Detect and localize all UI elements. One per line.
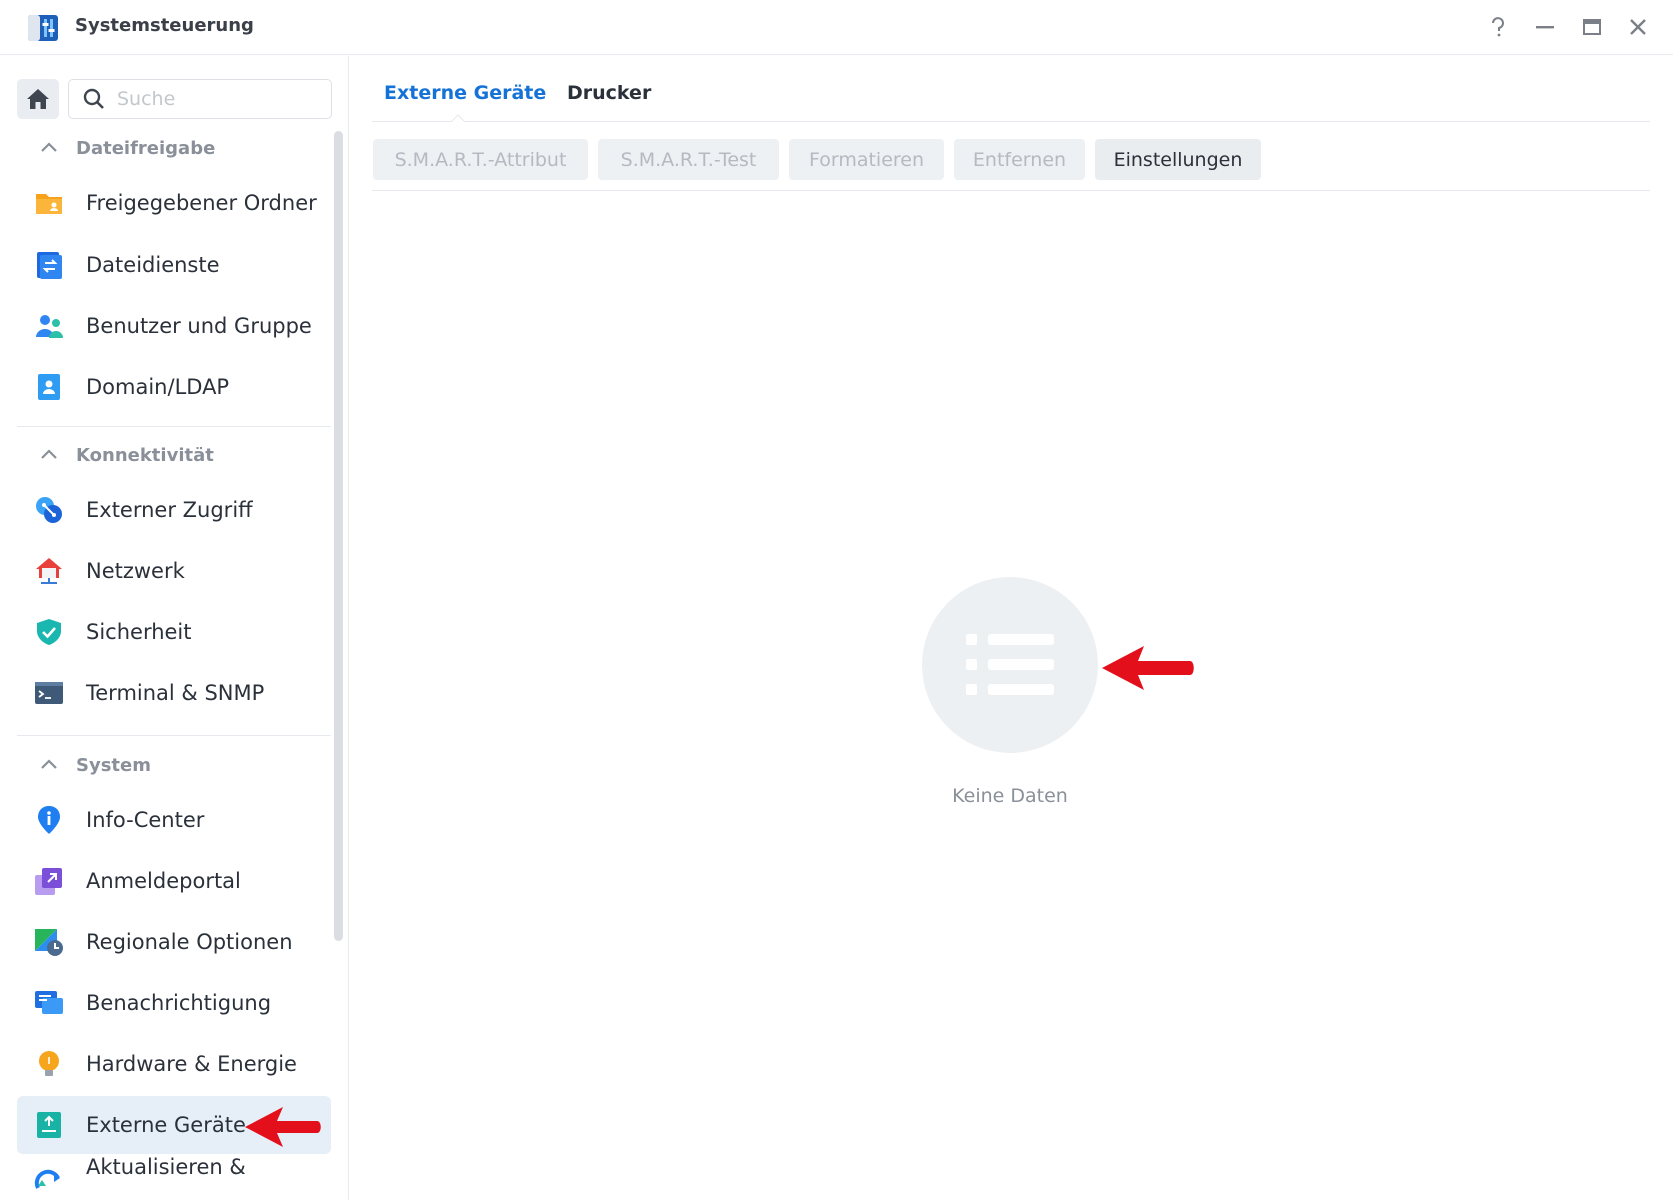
sidebar-item-label: Terminal & SNMP — [86, 681, 265, 705]
sidebar-item-domain-ldap[interactable]: Domain/LDAP — [17, 358, 331, 416]
tab-printer[interactable]: Drucker — [567, 82, 651, 104]
minimize-icon[interactable] — [1530, 12, 1560, 42]
search-icon — [83, 88, 104, 109]
hardware-power-icon — [39, 1051, 59, 1076]
title-bar: Systemsteuerung — [0, 0, 1673, 55]
home-icon — [27, 89, 49, 109]
sidebar-item-users[interactable]: Benutzer und Gruppe — [17, 297, 331, 355]
section-header-konnektivitaet[interactable]: Konnektivität — [38, 440, 214, 470]
close-icon[interactable] — [1623, 12, 1653, 42]
sidebar-item-update[interactable]: Aktualisieren & — [17, 1145, 331, 1195]
section-title: Konnektivität — [76, 444, 214, 466]
toolbar-divider — [372, 190, 1650, 191]
sidebar-item-terminal-snmp[interactable]: Terminal & SNMP — [17, 664, 331, 722]
network-icon — [36, 558, 62, 584]
sidebar-item-label: Anmeldeportal — [86, 869, 241, 893]
sidebar-item-label: Externe Geräte — [86, 1113, 246, 1137]
maximize-icon[interactable] — [1577, 12, 1607, 42]
sidebar-item-network[interactable]: Netzwerk — [17, 542, 331, 600]
sidebar-item-label: Regionale Optionen — [86, 930, 293, 954]
file-services-icon — [37, 252, 62, 279]
sidebar-item-label: Hardware & Energie — [86, 1052, 297, 1076]
sidebar-item-label: Sicherheit — [86, 620, 192, 644]
search-box — [68, 79, 332, 119]
notification-icon — [35, 991, 63, 1014]
section-divider — [17, 426, 331, 427]
external-devices-icon — [37, 1112, 61, 1138]
sidebar-item-login-portal[interactable]: Anmeldeportal — [17, 852, 331, 910]
sidebar-item-label: Freigegebener Ordner — [86, 191, 317, 215]
security-shield-icon — [37, 619, 61, 645]
sidebar-item-label: Netzwerk — [86, 559, 185, 583]
update-icon — [34, 1169, 60, 1189]
sidebar-item-label: Externer Zugriff — [86, 498, 253, 522]
annotation-arrow-icon — [1102, 646, 1194, 690]
tab-external-devices[interactable]: Externe Geräte — [384, 82, 546, 104]
smart-test-button[interactable]: S.M.A.R.T.-Test — [598, 139, 779, 180]
sidebar-item-hardware-power[interactable]: Hardware & Energie — [17, 1035, 331, 1093]
control-panel-app-icon — [28, 15, 58, 41]
section-title: Dateifreigabe — [76, 137, 216, 159]
active-tab-indicator — [451, 114, 465, 122]
sidebar-item-regional-options[interactable]: Regionale Optionen — [17, 913, 331, 971]
section-divider — [17, 735, 331, 736]
sidebar-item-security[interactable]: Sicherheit — [17, 603, 331, 661]
chevron-up-icon — [41, 142, 57, 152]
domain-ldap-icon — [38, 374, 60, 400]
tab-bar-divider — [372, 121, 1650, 122]
chevron-up-icon — [41, 449, 57, 459]
home-button[interactable] — [17, 79, 59, 119]
sidebar-item-label: Aktualisieren & — [86, 1155, 246, 1179]
login-portal-icon — [35, 868, 62, 895]
shared-folder-icon — [36, 194, 62, 214]
sidebar-scrollbar[interactable] — [334, 131, 343, 941]
format-button[interactable]: Formatieren — [789, 139, 944, 180]
sidebar-item-label: Benutzer und Gruppe — [86, 314, 312, 338]
sidebar-item-label: Benachrichtigung — [86, 991, 272, 1015]
chevron-up-icon — [41, 759, 57, 769]
list-icon — [966, 634, 1054, 695]
sidebar-item-shared-folder[interactable]: Freigegebener Ordner — [17, 174, 331, 232]
sidebar: Dateifreigabe Freigegebener Ordner Datei… — [0, 56, 349, 1200]
sidebar-item-external-access[interactable]: Externer Zugriff — [17, 481, 331, 539]
sidebar-item-label: Info-Center — [86, 808, 205, 832]
terminal-icon — [35, 682, 63, 704]
empty-state-illustration — [922, 577, 1098, 753]
sidebar-item-info-center[interactable]: Info-Center — [17, 791, 331, 849]
smart-attribute-button[interactable]: S.M.A.R.T.-Attribut — [373, 139, 588, 180]
settings-button[interactable]: Einstellungen — [1095, 139, 1261, 180]
users-icon — [36, 315, 63, 338]
help-icon[interactable] — [1483, 12, 1513, 42]
sidebar-item-label: Domain/LDAP — [86, 375, 230, 399]
remove-button[interactable]: Entfernen — [954, 139, 1085, 180]
section-title: System — [76, 754, 151, 776]
regional-options-icon — [35, 929, 63, 956]
section-header-system[interactable]: System — [38, 750, 151, 780]
external-access-icon — [36, 497, 62, 523]
search-input[interactable] — [117, 88, 317, 110]
section-header-dateifreigabe[interactable]: Dateifreigabe — [38, 133, 215, 163]
info-icon — [38, 806, 60, 834]
sidebar-item-label: Dateidienste — [86, 253, 220, 277]
annotation-arrow-icon — [245, 1107, 321, 1147]
empty-state-text: Keine Daten — [952, 785, 1068, 807]
sidebar-item-notification[interactable]: Benachrichtigung — [17, 974, 331, 1032]
sidebar-item-file-services[interactable]: Dateidienste — [17, 236, 331, 294]
window-title: Systemsteuerung — [75, 15, 254, 36]
